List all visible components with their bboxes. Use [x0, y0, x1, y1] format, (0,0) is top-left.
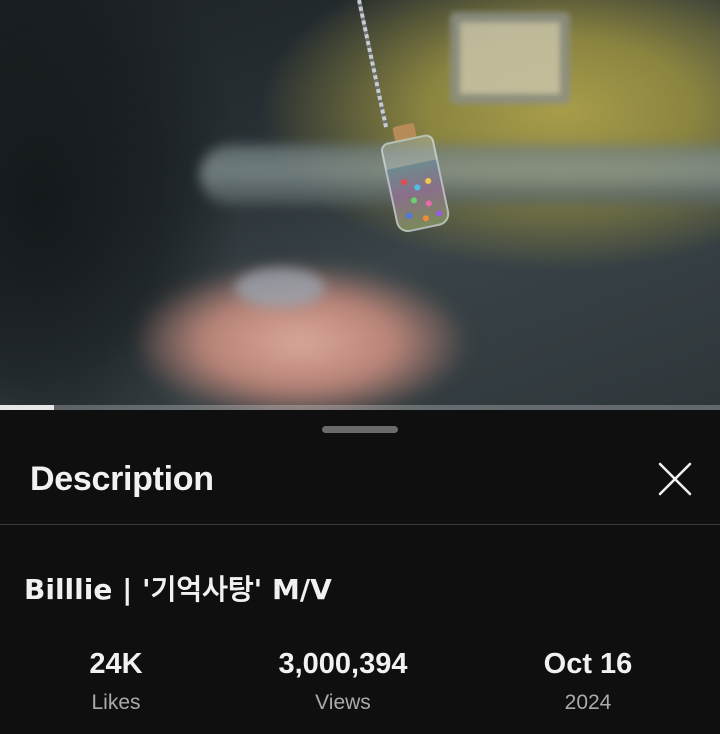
video-player[interactable] — [0, 0, 720, 410]
video-frame-chain — [357, 0, 388, 128]
publish-year: 2024 — [564, 691, 612, 714]
publish-date: Oct 16 — [543, 648, 633, 680]
video-frame-window — [200, 145, 720, 205]
likes-count: 24K — [89, 648, 143, 680]
close-button[interactable] — [650, 454, 700, 504]
views-count: 3,000,394 — [278, 648, 408, 680]
views-label: Views — [315, 691, 371, 714]
stat-views: 3,000,394 Views — [233, 648, 453, 715]
close-icon — [658, 462, 692, 496]
drag-handle[interactable] — [322, 426, 398, 433]
likes-label: Likes — [91, 691, 141, 714]
stat-likes: 24K Likes — [6, 648, 226, 715]
panel-title: Description — [30, 460, 214, 498]
video-stats: 24K Likes 3,000,394 Views Oct 16 2024 — [0, 648, 720, 728]
header-divider — [0, 524, 720, 525]
video-title: Billlie | '기억사탕' M/V — [24, 573, 332, 606]
video-frame-mirror — [450, 12, 570, 104]
stat-publish-date: Oct 16 2024 — [478, 648, 698, 715]
description-panel: Description Billlie | '기억사탕' M/V 24K Lik… — [0, 410, 720, 734]
video-frame-bottle — [373, 119, 457, 239]
video-frame-ring — [235, 268, 325, 308]
